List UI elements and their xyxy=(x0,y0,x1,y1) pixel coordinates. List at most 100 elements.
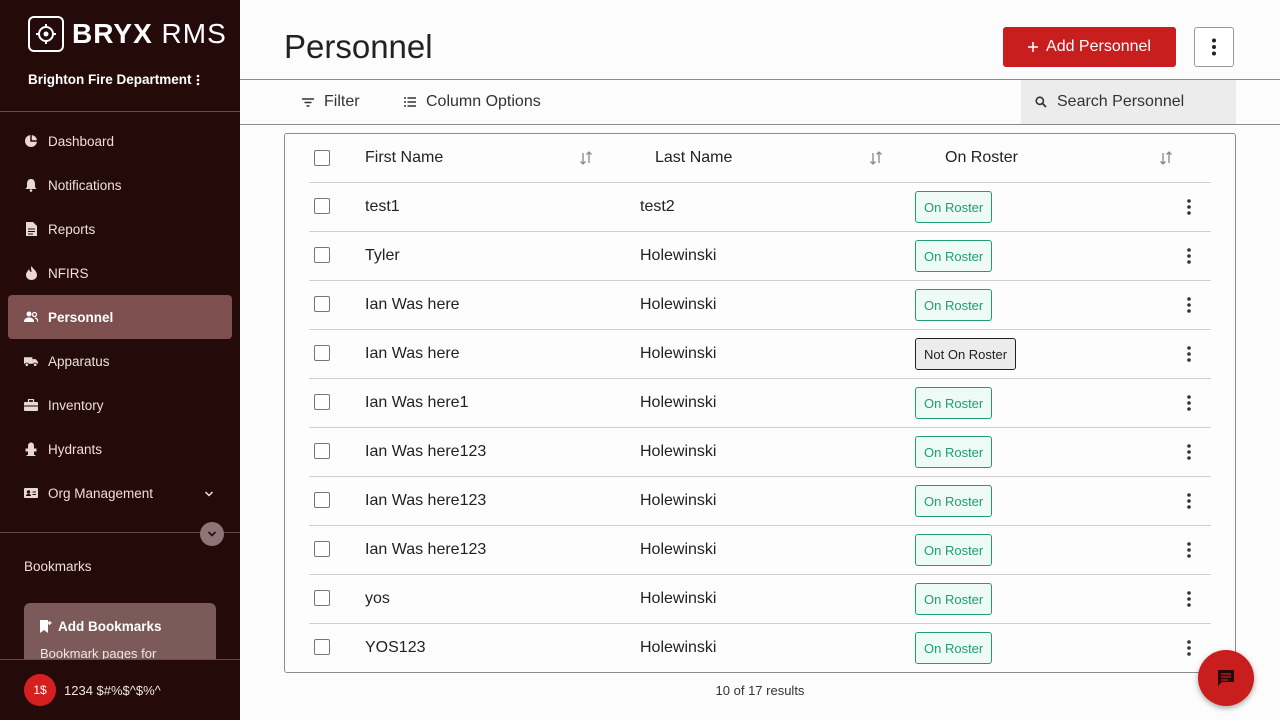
first-name-cell: Tyler xyxy=(365,247,400,264)
add-personnel-label: Add Personnel xyxy=(1046,38,1151,55)
vertical-dots-icon xyxy=(1187,493,1191,509)
first-name-cell: Ian Was here123 xyxy=(365,492,487,509)
vertical-dots-icon xyxy=(1187,591,1191,607)
row-menu-button[interactable] xyxy=(1179,540,1199,560)
sidebar-item-notifications[interactable]: Notifications xyxy=(8,163,232,207)
row-checkbox[interactable] xyxy=(314,345,330,361)
first-name-cell: test1 xyxy=(365,198,400,215)
row-menu-button[interactable] xyxy=(1179,393,1199,413)
flame-icon xyxy=(24,266,38,280)
avatar: 1$ xyxy=(24,674,56,706)
vertical-dots-icon xyxy=(196,74,199,85)
row-checkbox[interactable] xyxy=(314,198,330,214)
list-icon xyxy=(404,97,416,107)
sidebar-divider xyxy=(0,111,240,112)
user-profile[interactable]: 1$ 1234 $#%$^$%^ xyxy=(24,674,161,706)
column-options-button[interactable]: Column Options xyxy=(404,80,541,124)
sidebar-item-label: Reports xyxy=(48,221,96,237)
status-badge: On Roster xyxy=(915,485,993,517)
vertical-dots-icon xyxy=(1212,38,1216,56)
first-name-cell: yos xyxy=(365,590,390,607)
row-checkbox[interactable] xyxy=(314,247,330,263)
brand-name-light: RMS xyxy=(161,18,227,49)
row-checkbox[interactable] xyxy=(314,443,330,459)
dashboard-icon xyxy=(24,134,38,148)
row-menu-button[interactable] xyxy=(1179,246,1199,266)
filter-button[interactable]: Filter xyxy=(302,80,360,124)
chat-button[interactable] xyxy=(1198,650,1254,706)
row-menu-button[interactable] xyxy=(1179,491,1199,511)
vertical-dots-icon xyxy=(1187,199,1191,215)
add-bookmarks-card[interactable]: Add Bookmarks Bookmark pages for xyxy=(24,603,216,660)
vertical-dots-icon xyxy=(1187,395,1191,411)
row-menu-button[interactable] xyxy=(1179,197,1199,217)
first-name-cell: Ian Was here123 xyxy=(365,541,487,558)
table-row[interactable]: Ian Was here123 Holewinski On Roster xyxy=(309,477,1211,526)
row-checkbox[interactable] xyxy=(314,492,330,508)
last-name-cell: Holewinski xyxy=(640,394,717,411)
row-menu-button[interactable] xyxy=(1179,295,1199,315)
sidebar-item-reports[interactable]: Reports xyxy=(8,207,232,251)
row-menu-button[interactable] xyxy=(1179,344,1199,364)
add-personnel-button[interactable]: Add Personnel xyxy=(1003,27,1176,67)
row-checkbox[interactable] xyxy=(314,394,330,410)
row-menu-button[interactable] xyxy=(1179,442,1199,462)
column-header-last-name[interactable]: Last Name xyxy=(655,134,732,182)
sidebar-item-hydrants[interactable]: Hydrants xyxy=(8,427,232,471)
status-badge: On Roster xyxy=(915,632,993,664)
department-name: Brighton Fire Department xyxy=(28,72,192,87)
brand-name-bold: BRYX xyxy=(72,18,153,49)
table-row[interactable]: Tyler Holewinski On Roster xyxy=(309,232,1211,281)
sidebar-item-personnel[interactable]: Personnel xyxy=(8,295,232,339)
status-badge: Not On Roster xyxy=(915,338,1017,370)
sidebar-item-apparatus[interactable]: Apparatus xyxy=(8,339,232,383)
column-header-first-name[interactable]: First Name xyxy=(365,134,443,182)
select-all-checkbox[interactable] xyxy=(314,150,330,166)
add-bookmarks-description: Bookmark pages for xyxy=(40,646,157,660)
first-name-cell: YOS123 xyxy=(365,639,426,656)
brand-logo[interactable]: BRYX RMS xyxy=(28,16,227,52)
status-badge: On Roster xyxy=(915,289,993,321)
search-box[interactable] xyxy=(1021,80,1236,124)
chat-icon xyxy=(1218,670,1234,686)
hydrant-icon xyxy=(24,442,38,456)
department-selector[interactable]: Brighton Fire Department xyxy=(28,72,200,87)
first-name-cell: Ian Was here xyxy=(365,345,460,362)
filter-label: Filter xyxy=(324,93,360,110)
table-row[interactable]: Ian Was here1 Holewinski On Roster xyxy=(309,379,1211,428)
sidebar-item-dashboard[interactable]: Dashboard xyxy=(8,119,232,163)
sort-icon[interactable] xyxy=(1159,149,1173,167)
table-row[interactable]: Ian Was here Holewinski On Roster xyxy=(309,281,1211,330)
table-row[interactable]: Ian Was here Holewinski Not On Roster xyxy=(309,330,1211,379)
sidebar-scroll-button[interactable] xyxy=(200,522,224,546)
more-options-button[interactable] xyxy=(1194,27,1234,67)
table-row[interactable]: Ian Was here123 Holewinski On Roster xyxy=(309,526,1211,575)
sidebar-item-org-management[interactable]: Org Management xyxy=(8,471,232,515)
status-badge: On Roster xyxy=(915,583,993,615)
document-icon xyxy=(24,222,38,236)
row-checkbox[interactable] xyxy=(314,639,330,655)
sort-icon[interactable] xyxy=(579,149,593,167)
first-name-cell: Ian Was here1 xyxy=(365,394,469,411)
table-row[interactable]: yos Holewinski On Roster xyxy=(309,575,1211,624)
last-name-cell: Holewinski xyxy=(640,639,717,656)
sidebar-item-inventory[interactable]: Inventory xyxy=(8,383,232,427)
column-header-on-roster[interactable]: On Roster xyxy=(945,134,1018,182)
row-checkbox[interactable] xyxy=(314,541,330,557)
chevron-down-icon[interactable] xyxy=(204,486,214,501)
search-input[interactable] xyxy=(1057,93,1217,111)
row-menu-button[interactable] xyxy=(1179,638,1199,658)
add-bookmarks-title: Add Bookmarks xyxy=(40,619,200,634)
sort-icon[interactable] xyxy=(869,149,883,167)
table-row[interactable]: Ian Was here123 Holewinski On Roster xyxy=(309,428,1211,477)
sidebar-item-nfirs[interactable]: NFIRS xyxy=(8,251,232,295)
row-checkbox[interactable] xyxy=(314,590,330,606)
last-name-cell: Holewinski xyxy=(640,443,717,460)
row-checkbox[interactable] xyxy=(314,296,330,312)
add-bookmarks-label: Add Bookmarks xyxy=(58,619,162,634)
table-row[interactable]: YOS123 Holewinski On Roster xyxy=(309,624,1211,673)
table-row[interactable]: test1 test2 On Roster xyxy=(309,183,1211,232)
row-menu-button[interactable] xyxy=(1179,589,1199,609)
first-name-cell: Ian Was here123 xyxy=(365,443,487,460)
status-badge: On Roster xyxy=(915,191,993,223)
